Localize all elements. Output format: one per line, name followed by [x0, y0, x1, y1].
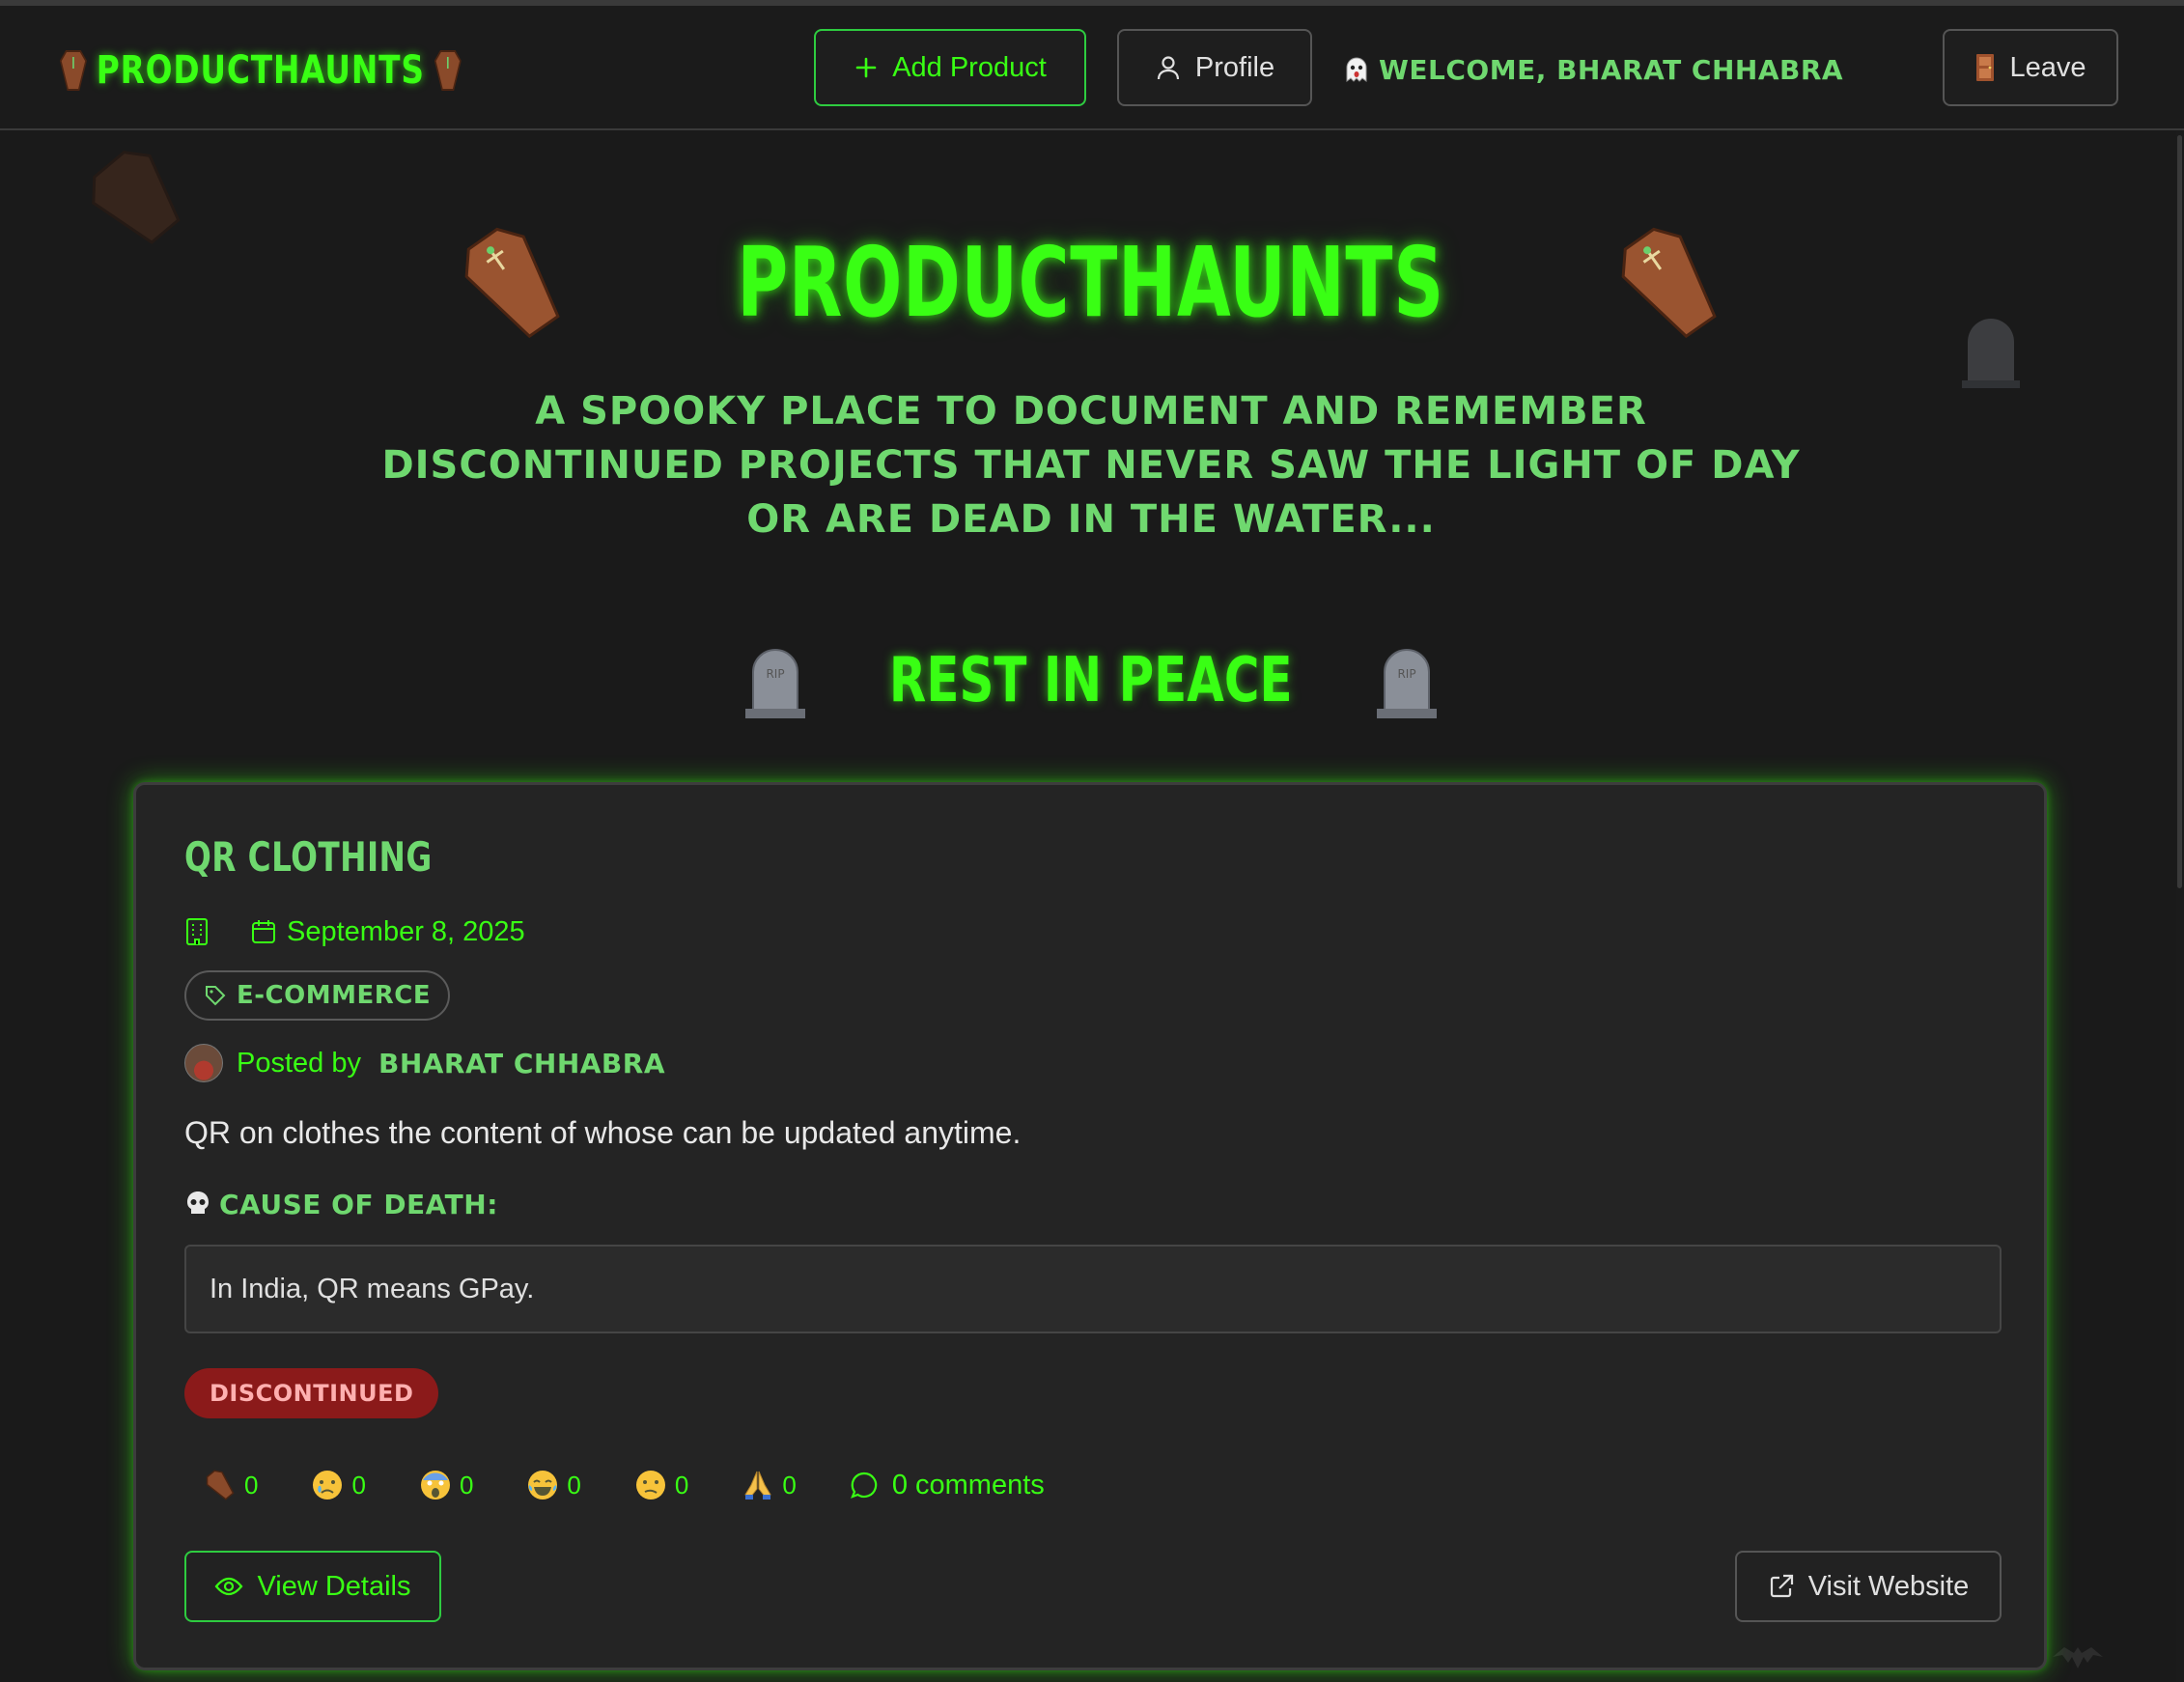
svg-text:RIP: RIP	[1397, 667, 1415, 681]
brand-logo[interactable]: PRODUCTHAUNTS	[59, 41, 462, 100]
bat-icon	[2053, 1647, 2103, 1668]
view-details-label: View Details	[257, 1570, 411, 1602]
view-details-button[interactable]: View Details	[184, 1551, 441, 1622]
tombstone-icon: RIP	[1376, 649, 1437, 718]
reaction-confused[interactable]: 0	[634, 1469, 688, 1501]
laughing-face-icon	[528, 1471, 558, 1500]
coffin-icon	[464, 227, 561, 338]
status-badge: DISCONTINUED	[184, 1368, 439, 1418]
confused-face-icon	[635, 1471, 665, 1500]
skull-icon	[187, 1191, 209, 1217]
comment-icon	[850, 1472, 878, 1499]
navbar: PRODUCTHAUNTS Add Product Profile WELCOM…	[0, 6, 2184, 130]
category-tag[interactable]: E-COMMERCE	[184, 970, 451, 1021]
coffin-icon	[206, 1470, 235, 1500]
hero-title: PRODUCTHAUNTS	[464, 214, 1717, 350]
plus-icon	[855, 57, 877, 78]
welcome-text: WELCOME, BHARAT CHHABRA	[1379, 53, 1844, 86]
product-meta: September 8, 2025	[184, 912, 525, 951]
cause-label-text: CAUSE OF DEATH:	[219, 1188, 498, 1220]
coffin-icon	[92, 151, 181, 244]
cause-of-death-box: In India, QR means GPay.	[184, 1245, 2002, 1333]
product-date-text: September 8, 2025	[287, 915, 525, 947]
screaming-face-icon	[420, 1471, 450, 1500]
comments-count: 0 comments	[891, 1469, 1045, 1500]
reaction-count: 0	[567, 1470, 581, 1500]
product-title[interactable]: QR CLOTHING	[184, 833, 433, 881]
product-date: September 8, 2025	[250, 916, 525, 948]
coffin-icon	[59, 49, 87, 92]
product-description: QR on clothes the content of whose can b…	[184, 1115, 1022, 1150]
tombstone-icon: RIP	[745, 649, 806, 718]
avatar[interactable]	[184, 1044, 223, 1082]
profile-button[interactable]: Profile	[1117, 29, 1312, 106]
ghost-icon	[1346, 57, 1367, 82]
tag-icon	[206, 986, 226, 1006]
hero-subtitle: A spooky place to document and remember …	[381, 389, 1801, 542]
leave-button[interactable]: Leave	[1943, 29, 2118, 106]
category-label: E-COMMERCE	[237, 981, 432, 1010]
brand-name: PRODUCTHAUNTS	[96, 48, 425, 93]
leave-label: Leave	[2009, 51, 2086, 83]
reaction-pray[interactable]: 0	[742, 1469, 797, 1501]
posted-by: Posted by BHARAT CHHABRA	[184, 1040, 665, 1086]
hero-title-text: PRODUCTHAUNTS	[737, 225, 1445, 339]
crying-face-icon	[313, 1471, 343, 1500]
comments-link[interactable]: 0 comments	[850, 1470, 1045, 1501]
svg-text:RIP: RIP	[767, 667, 785, 681]
tombstone-icon	[1962, 319, 2020, 388]
author-name[interactable]: BHARAT CHHABRA	[378, 1048, 665, 1079]
door-icon	[1976, 54, 1995, 81]
cause-of-death-label: CAUSE OF DEATH:	[184, 1185, 498, 1223]
add-product-button[interactable]: Add Product	[814, 29, 1086, 106]
building-icon	[186, 918, 208, 945]
reaction-crying[interactable]: 0	[311, 1469, 366, 1501]
praying-hands-icon	[744, 1471, 772, 1500]
reaction-count: 0	[459, 1470, 474, 1500]
user-icon	[1157, 56, 1179, 80]
reaction-coffin[interactable]: 0	[204, 1469, 258, 1501]
reactions-bar: 0 0 0 0 0 0 0 comments	[204, 1461, 1045, 1509]
reaction-count: 0	[244, 1470, 259, 1500]
scrollbar-thumb[interactable]	[2177, 135, 2182, 888]
visit-website-label: Visit Website	[1807, 1570, 1970, 1602]
add-product-label: Add Product	[892, 51, 1047, 83]
profile-label: Profile	[1194, 51, 1275, 83]
posted-by-label: Posted by	[237, 1047, 361, 1079]
coffin-icon	[1621, 227, 1717, 338]
external-link-icon	[1770, 1574, 1793, 1598]
welcome-message: WELCOME, BHARAT CHHABRA	[1342, 50, 1843, 89]
calendar-icon	[252, 920, 275, 943]
visit-website-button[interactable]: Visit Website	[1735, 1551, 2002, 1622]
reaction-count: 0	[674, 1470, 689, 1500]
product-card: QR CLOTHING September 8, 2025 E-COMMERCE…	[133, 782, 2047, 1670]
reaction-laugh[interactable]: 0	[526, 1469, 581, 1501]
reaction-scream[interactable]: 0	[419, 1469, 473, 1501]
coffin-icon	[434, 49, 462, 92]
section-title-text: REST IN PEACE	[889, 645, 1293, 716]
eye-icon	[215, 1577, 243, 1596]
reaction-count: 0	[351, 1470, 366, 1500]
reaction-count: 0	[782, 1470, 797, 1500]
section-title: RIP REST IN PEACE RIP	[745, 637, 1437, 724]
